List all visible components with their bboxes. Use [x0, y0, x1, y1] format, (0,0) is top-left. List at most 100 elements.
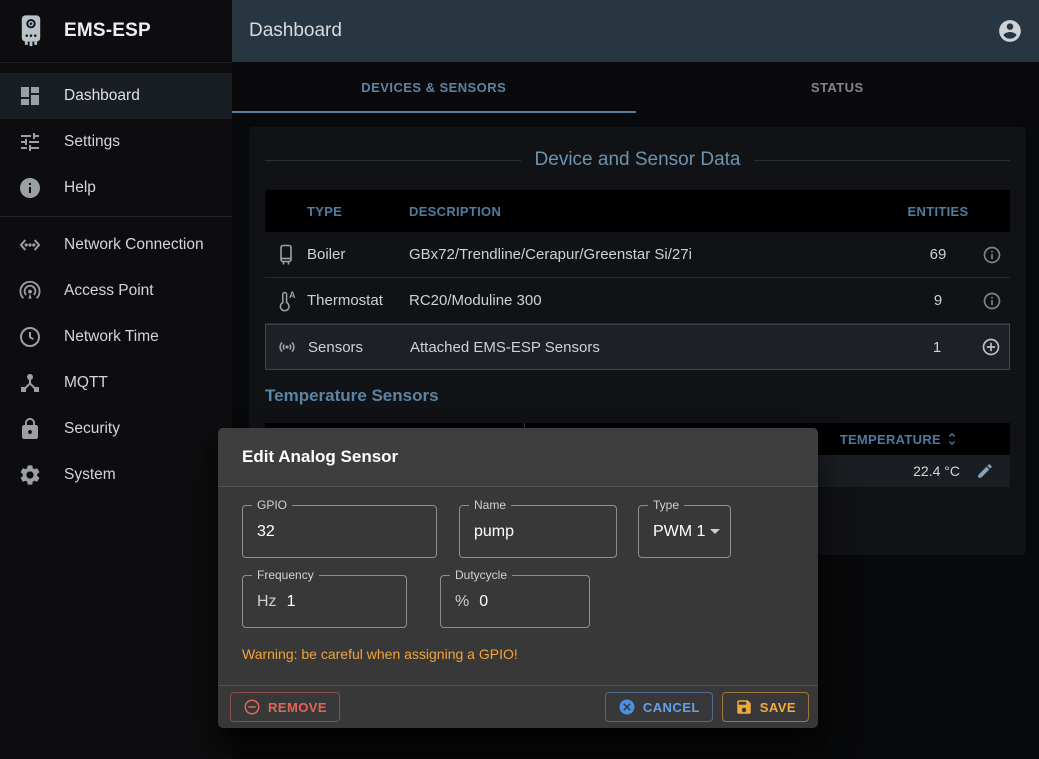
page-title: Dashboard	[249, 20, 997, 42]
ethernet-icon	[18, 233, 42, 257]
boiler-icon	[265, 243, 307, 267]
column-type: TYPE	[307, 204, 409, 219]
device-entities: 9	[903, 292, 973, 309]
section-title-divider: Device and Sensor Data	[265, 149, 1010, 171]
svg-text:A: A	[289, 290, 296, 300]
name-field: Name	[459, 505, 617, 558]
remove-button-label: REMOVE	[268, 700, 327, 715]
sidebar-item-label: Dashboard	[64, 87, 140, 105]
dutycycle-field: Dutycycle %	[440, 575, 590, 628]
frequency-unit-adornment: Hz	[257, 593, 277, 611]
dutycycle-input[interactable]	[479, 576, 569, 627]
clock-icon	[18, 325, 42, 349]
tune-icon	[18, 130, 42, 154]
add-circle-icon[interactable]	[972, 337, 1009, 357]
sidebar-item-settings[interactable]: Settings	[0, 119, 232, 165]
tab-bar: DEVICES & SENSORS STATUS	[232, 62, 1039, 113]
cancel-circle-icon	[618, 698, 636, 716]
sidebar-item-dashboard[interactable]: Dashboard	[0, 73, 232, 119]
sidebar-item-mqtt[interactable]: MQTT	[0, 360, 232, 406]
sidebar-item-label: Security	[64, 420, 120, 438]
temperature-section-title: Temperature Sensors	[265, 386, 1010, 406]
thermostat-icon: A	[265, 289, 307, 313]
device-description: RC20/Moduline 300	[409, 292, 903, 309]
sidebar-divider	[0, 216, 232, 217]
info-circle-icon[interactable]	[973, 245, 1010, 265]
device-entities: 1	[902, 339, 972, 356]
account-circle-icon[interactable]	[997, 18, 1023, 44]
gpio-input[interactable]	[243, 506, 413, 557]
device-description: Attached EMS-ESP Sensors	[410, 339, 902, 356]
dialog-title: Edit Analog Sensor	[218, 428, 818, 487]
lock-icon	[18, 417, 42, 441]
column-temperature: TEMPERATURE	[840, 432, 941, 447]
info-circle-icon[interactable]	[973, 291, 1010, 311]
dutycycle-unit-adornment: %	[455, 593, 469, 611]
sidebar-item-security[interactable]: Security	[0, 406, 232, 452]
type-field-label: Type	[648, 498, 684, 512]
sidebar-item-label: Network Time	[64, 328, 159, 346]
frequency-input[interactable]	[287, 576, 387, 627]
tab-label: DEVICES & SENSORS	[361, 80, 506, 95]
edit-pencil-icon[interactable]	[960, 462, 1010, 480]
boiler-logo-icon	[14, 9, 50, 53]
devices-section-title: Device and Sensor Data	[535, 149, 741, 171]
ems-esp-app: EMS-ESP Dashboard Settings Help	[0, 0, 1039, 759]
gpio-warning-text: Warning: be careful when assigning a GPI…	[242, 646, 794, 662]
device-entities: 69	[903, 246, 973, 263]
frequency-field-label: Frequency	[252, 568, 319, 582]
edit-analog-sensor-dialog: Edit Analog Sensor GPIO Name Type PWM 1	[218, 428, 818, 728]
app-logo-bar: EMS-ESP	[0, 0, 232, 63]
cancel-button-label: CANCEL	[643, 700, 700, 715]
table-row-boiler[interactable]: Boiler GBx72/Trendline/Cerapur/Greenstar…	[265, 232, 1010, 278]
table-row-sensors[interactable]: Sensors Attached EMS-ESP Sensors 1	[265, 324, 1010, 370]
column-description: DESCRIPTION	[409, 204, 903, 219]
frequency-field: Frequency Hz	[242, 575, 407, 628]
sidebar-item-label: Settings	[64, 133, 120, 151]
sidebar-item-label: Network Connection	[64, 236, 204, 254]
remove-circle-icon	[243, 698, 261, 716]
chevron-down-icon	[710, 529, 720, 534]
dialog-actions: REMOVE CANCEL SAVE	[218, 685, 818, 728]
device-hub-icon	[18, 371, 42, 395]
devices-table-header: TYPE DESCRIPTION ENTITIES	[265, 190, 1010, 232]
gpio-field-label: GPIO	[252, 498, 292, 512]
type-selected-value: PWM 1	[653, 523, 705, 541]
sidebar-item-system[interactable]: System	[0, 452, 232, 498]
name-input[interactable]	[460, 506, 595, 557]
gpio-field: GPIO	[242, 505, 437, 558]
cancel-button[interactable]: CANCEL	[605, 692, 713, 722]
sidebar-menu: Dashboard Settings Help	[0, 63, 232, 498]
table-row-thermostat[interactable]: A Thermostat RC20/Moduline 300 9	[265, 278, 1010, 324]
device-type: Sensors	[308, 339, 410, 356]
device-type: Boiler	[307, 246, 409, 263]
save-button-label: SAVE	[760, 700, 796, 715]
sidebar-item-network-connection[interactable]: Network Connection	[0, 222, 232, 268]
gear-icon	[18, 463, 42, 487]
sidebar-item-help[interactable]: Help	[0, 165, 232, 211]
sidebar-item-label: System	[64, 466, 116, 484]
sidebar-item-network-time[interactable]: Network Time	[0, 314, 232, 360]
remove-button[interactable]: REMOVE	[230, 692, 340, 722]
device-description: GBx72/Trendline/Cerapur/Greenstar Si/27i	[409, 246, 903, 263]
devices-table: TYPE DESCRIPTION ENTITIES Boiler GBx72/T…	[265, 190, 1010, 370]
device-type: Thermostat	[307, 292, 409, 309]
type-select[interactable]: Type PWM 1	[638, 505, 731, 558]
column-entities: ENTITIES	[903, 204, 973, 219]
tab-label: STATUS	[811, 80, 864, 95]
sidebar-item-access-point[interactable]: Access Point	[0, 268, 232, 314]
info-icon	[18, 176, 42, 200]
sidebar-item-label: Access Point	[64, 282, 154, 300]
appbar: Dashboard	[232, 0, 1039, 62]
app-title: EMS-ESP	[64, 20, 151, 42]
save-button[interactable]: SAVE	[722, 692, 809, 722]
dashboard-icon	[18, 84, 42, 108]
save-floppy-icon	[735, 698, 753, 716]
sensors-icon	[266, 335, 308, 359]
wifi-tethering-icon	[18, 279, 42, 303]
sidebar: EMS-ESP Dashboard Settings Help	[0, 0, 232, 759]
tab-devices-sensors[interactable]: DEVICES & SENSORS	[232, 62, 636, 113]
tab-status[interactable]: STATUS	[636, 62, 1039, 113]
dutycycle-field-label: Dutycycle	[450, 568, 512, 582]
dialog-body: GPIO Name Type PWM 1 Frequency Hz	[218, 487, 818, 662]
